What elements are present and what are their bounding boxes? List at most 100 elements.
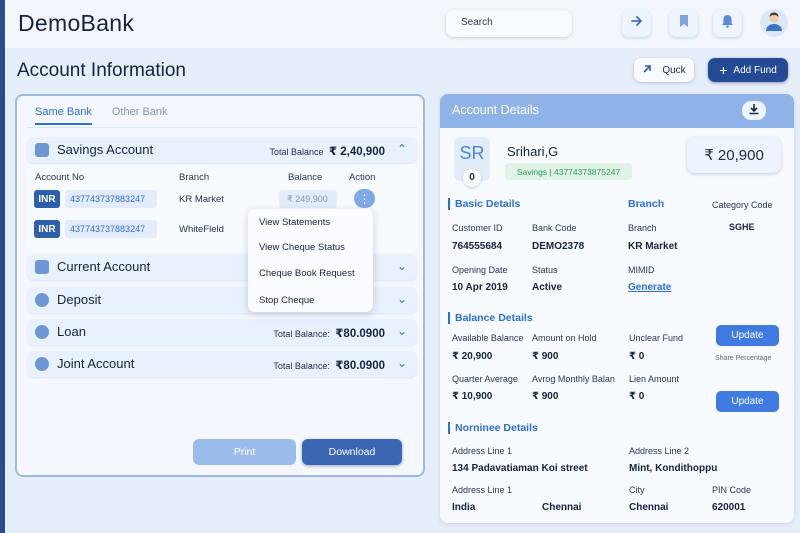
amount-on-hold-label: Amount on Hold [532, 333, 597, 343]
chevron-down-icon[interactable]: ⌄ [397, 292, 407, 306]
account-type-label: Loan [57, 324, 86, 339]
address-line-2-value: Mint, Kondithoppu [629, 463, 718, 474]
bell-icon [721, 14, 734, 33]
search-input[interactable]: Search [446, 10, 572, 37]
column-header-action: Action [349, 172, 376, 183]
total-balance-label: Total Balance: [273, 361, 330, 371]
bank-code-label: Bank Code [532, 223, 577, 233]
country-value: India [452, 502, 476, 513]
tab-other-bank[interactable]: Other Bank [112, 106, 168, 125]
joint-account-row[interactable]: Joint Account Total Balance: ₹80.0900 ⌄ [27, 351, 417, 377]
more-actions-button[interactable]: ⋮ [354, 189, 375, 208]
bank-tabs: Same Bank Other Bank [35, 106, 168, 125]
bookmark-button[interactable] [669, 10, 698, 37]
pin-code-label: PIN Code [712, 485, 752, 495]
user-icon [35, 293, 49, 307]
unclear-fund-value: ₹ 0 [629, 351, 645, 362]
total-balance-value: ₹80.0900 [335, 328, 385, 340]
mimid-label: MIMID [628, 265, 655, 275]
savings-account-row[interactable]: Savings Account Total Balance ₹ 2,40,900… [27, 137, 417, 163]
download-button[interactable]: Download [302, 439, 402, 465]
account-type-label: Savings Account [57, 142, 154, 157]
download-icon [748, 102, 760, 120]
account-details-header: Account Details [440, 94, 794, 128]
basic-details-heading: Basic Details [448, 198, 520, 210]
menu-item-view-statements[interactable]: View Statements [259, 217, 330, 228]
state-value: Chennai [542, 502, 582, 513]
customer-initials-avatar: SR 0 [454, 137, 490, 187]
left-rail [0, 0, 5, 533]
tab-same-bank[interactable]: Same Bank [35, 106, 92, 125]
account-number-link[interactable]: 437743737883247 [65, 220, 157, 238]
unclear-fund-label: Unclear Fund [629, 333, 684, 343]
available-balance-label: Available Balance [452, 333, 524, 343]
print-button[interactable]: Print [193, 439, 296, 465]
address-line-1-label: Address Line 1 [452, 485, 513, 495]
branch-value: KR Market [628, 241, 678, 252]
joint-total: Total Balance: ₹80.0900 [273, 358, 385, 372]
chevron-down-icon[interactable]: ⌄ [397, 356, 407, 370]
city-value: Chennai [629, 502, 669, 513]
download-details-button[interactable] [742, 101, 766, 120]
total-balance-value: ₹ 2,40,900 [329, 146, 385, 158]
branch-heading: Branch [628, 198, 665, 210]
avatar[interactable] [760, 9, 788, 37]
account-number-link[interactable]: 437743737883247 [65, 190, 157, 208]
wallet-icon [35, 260, 49, 274]
menu-item-stop-cheque[interactable]: Stop Cheque [259, 295, 314, 306]
customer-id-label: Customer ID [452, 223, 503, 233]
savings-total: Total Balance ₹ 2,40,900 [269, 144, 385, 158]
nominee-details-heading: Norninee Details [448, 422, 538, 434]
total-balance-label: Total Balance: [273, 329, 330, 339]
address-line-1-label: Address Line 1 [452, 446, 513, 456]
chevron-up-icon[interactable]: ⌃ [397, 142, 407, 156]
total-balance-value: ₹80.0900 [335, 360, 385, 372]
currency-badge: INR [34, 190, 60, 208]
account-details-panel: Account Details SR 0 Srihari,G Savings |… [440, 94, 794, 523]
menu-item-view-cheque-status[interactable]: View Cheque Status [259, 242, 345, 253]
status-value: Active [532, 282, 563, 293]
chevron-down-icon[interactable]: ⌄ [397, 259, 407, 273]
account-type-badge: Savings | 43774373875247 [505, 163, 632, 180]
account-details-title: Account Details [452, 103, 539, 117]
generate-mimid-link[interactable]: Generate [628, 282, 671, 293]
user-icon [35, 325, 49, 339]
loan-total: Total Balance: ₹80.0900 [273, 326, 385, 340]
add-fund-label: Add Fund [733, 64, 777, 76]
arrow-up-right-icon [642, 64, 652, 77]
customer-id-value: 764555684 [452, 241, 503, 252]
chevron-down-icon[interactable]: ⌄ [397, 324, 407, 338]
lien-amount-value: ₹ 0 [629, 391, 645, 402]
notifications-button[interactable] [713, 10, 742, 37]
user-icon [35, 357, 49, 371]
address-line-1-value: 134 Padavatiaman Koi street [452, 463, 588, 474]
quick-button-label: Quck [662, 64, 686, 76]
monthly-balance-label: Avrog Monthly Balan [532, 374, 615, 384]
available-balance-value: ₹ 20,900 [452, 351, 493, 362]
branch-label: Branch [628, 223, 657, 233]
customer-initials: SR [459, 143, 485, 163]
column-header-branch: Branch [179, 172, 210, 183]
add-fund-button[interactable]: + Add Fund [708, 58, 788, 82]
quarter-average-label: Quarter Average [452, 374, 518, 384]
address-line-2-label: Address Line 2 [629, 446, 690, 456]
account-balance: ₹ 20,900 [687, 137, 781, 173]
logout-button[interactable] [622, 10, 651, 37]
account-type-label: Current Account [57, 259, 151, 274]
account-actions-menu: View Statements View Cheque Status Chequ… [248, 209, 373, 312]
category-code-label: Category Code [712, 200, 773, 210]
menu-item-cheque-book-request[interactable]: Cheque Book Request [259, 268, 355, 279]
branch-value: KR Market [179, 194, 224, 205]
quick-button[interactable]: Quck [634, 58, 694, 82]
update-button[interactable]: Update [716, 325, 779, 346]
update-button[interactable]: Update [716, 391, 779, 412]
tab-divider [27, 127, 417, 128]
more-vertical-icon: ⋮ [358, 191, 371, 206]
loan-row[interactable]: Loan Total Balance: ₹80.0900 ⌄ [27, 319, 417, 345]
balance-value: ₹ 249,900 [279, 190, 337, 208]
app-logo[interactable]: DemoBank [18, 10, 134, 37]
user-avatar-icon [763, 10, 785, 37]
bookmark-icon [678, 14, 690, 33]
currency-badge: INR [34, 220, 60, 238]
customer-name: Srihari,G [507, 144, 559, 159]
